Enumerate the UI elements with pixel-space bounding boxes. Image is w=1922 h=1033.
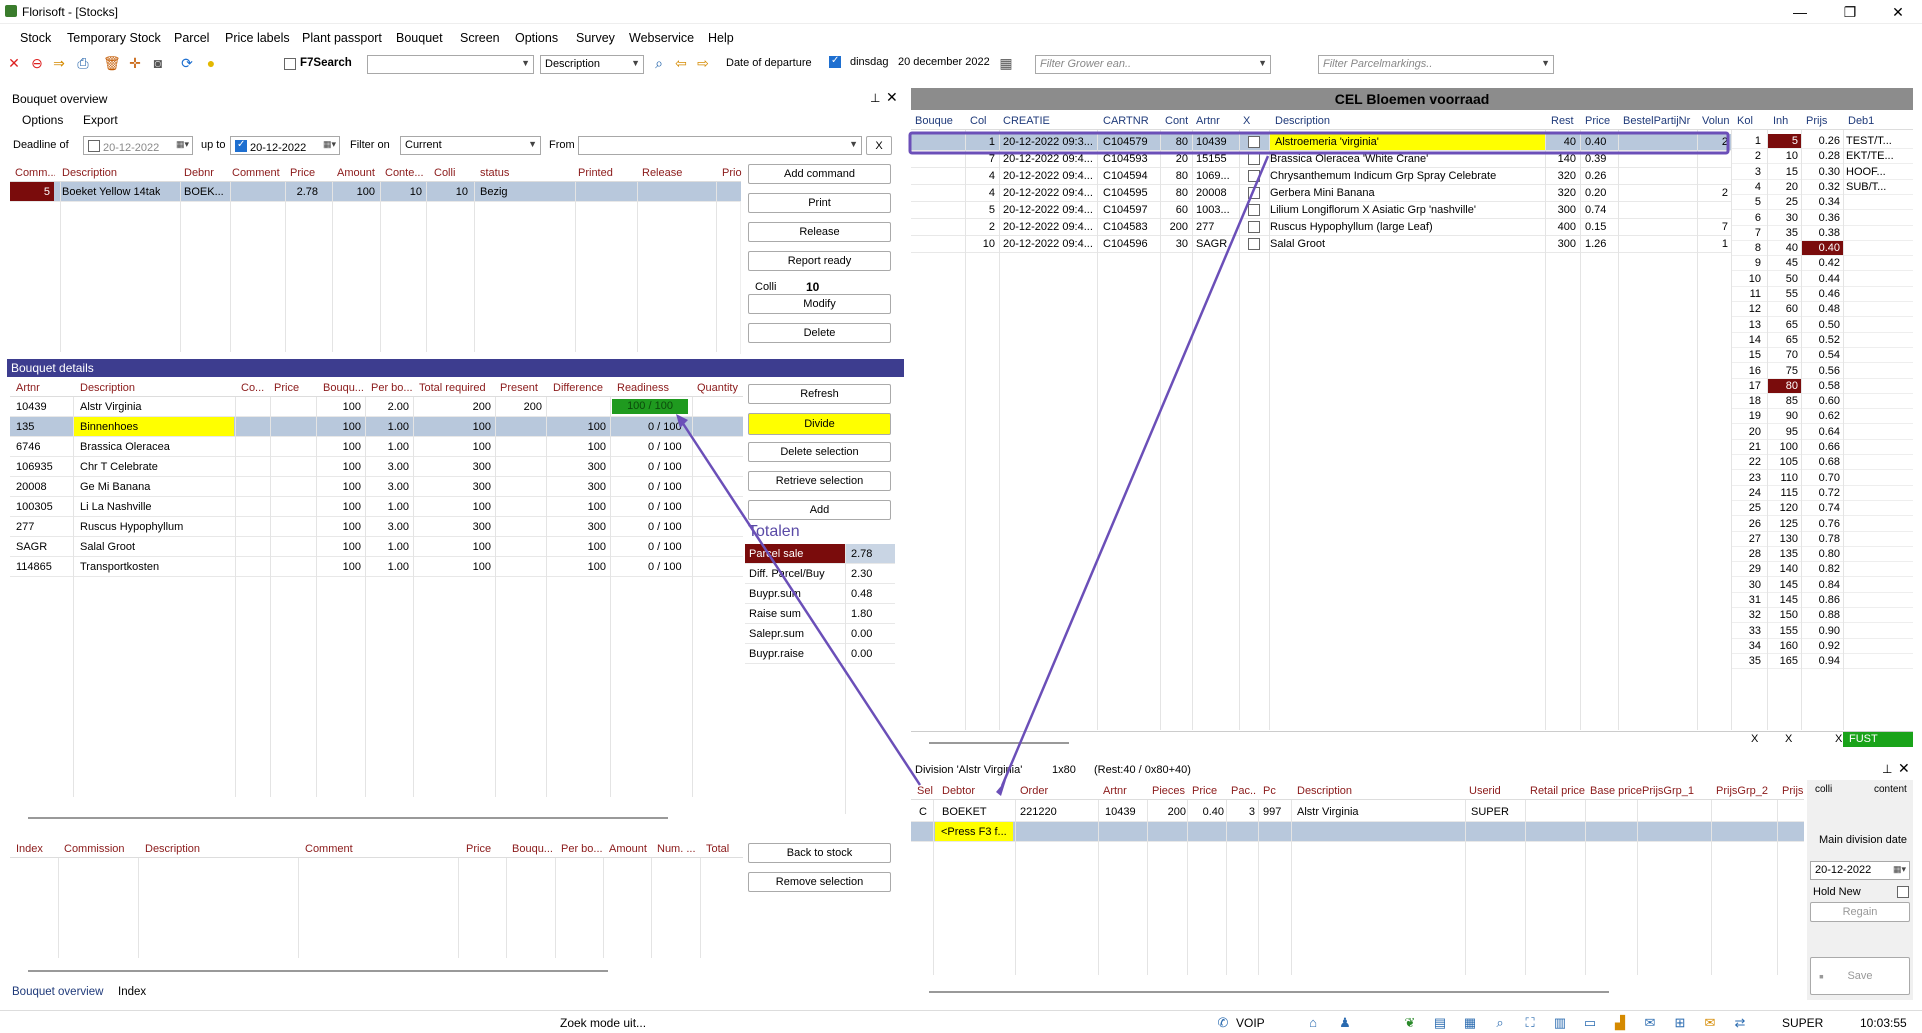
annotation-arrow (1000, 155, 1270, 787)
search-icon[interactable]: ⌕ (1492, 1015, 1508, 1031)
highlight-box (908, 131, 1730, 155)
voip-label[interactable]: VOIP (1236, 1016, 1265, 1030)
tree-icon[interactable]: ⊞ (1672, 1015, 1688, 1031)
barcode-icon[interactable]: ▥ (1552, 1015, 1568, 1031)
mail-icon[interactable]: ✉ (1702, 1015, 1718, 1031)
chat-icon[interactable]: ✉ (1642, 1015, 1658, 1031)
clock: 10:03:55 (1860, 1016, 1907, 1030)
annotation-arrow (680, 421, 922, 786)
arrow-head (996, 780, 1006, 796)
chart-icon[interactable]: ▟ (1612, 1015, 1628, 1031)
network-status-icon[interactable]: ⇄ (1732, 1015, 1748, 1031)
annotation-overlay (676, 131, 1730, 796)
arrow-head (676, 414, 688, 428)
current-user: SUPER (1782, 1016, 1824, 1030)
book-icon[interactable]: ▤ (1432, 1015, 1448, 1031)
scan-icon[interactable]: ⛶ (1522, 1015, 1538, 1031)
phone-icon[interactable]: ✆ (1215, 1015, 1231, 1031)
monitor-icon[interactable]: ▭ (1582, 1015, 1598, 1031)
plant-icon[interactable]: ❦ (1402, 1015, 1418, 1031)
grid-icon[interactable]: ▦ (1462, 1015, 1478, 1031)
user-icon[interactable]: ♟ (1337, 1015, 1353, 1031)
network-icon[interactable]: ⌂ (1305, 1015, 1321, 1031)
status-bar: Zoek mode uit... ✆ VOIP ⌂ ♟ ❦ ▤ ▦ ⌕ ⛶ ▥ … (0, 1010, 1922, 1033)
search-mode-status: Zoek mode uit... (560, 1016, 647, 1030)
